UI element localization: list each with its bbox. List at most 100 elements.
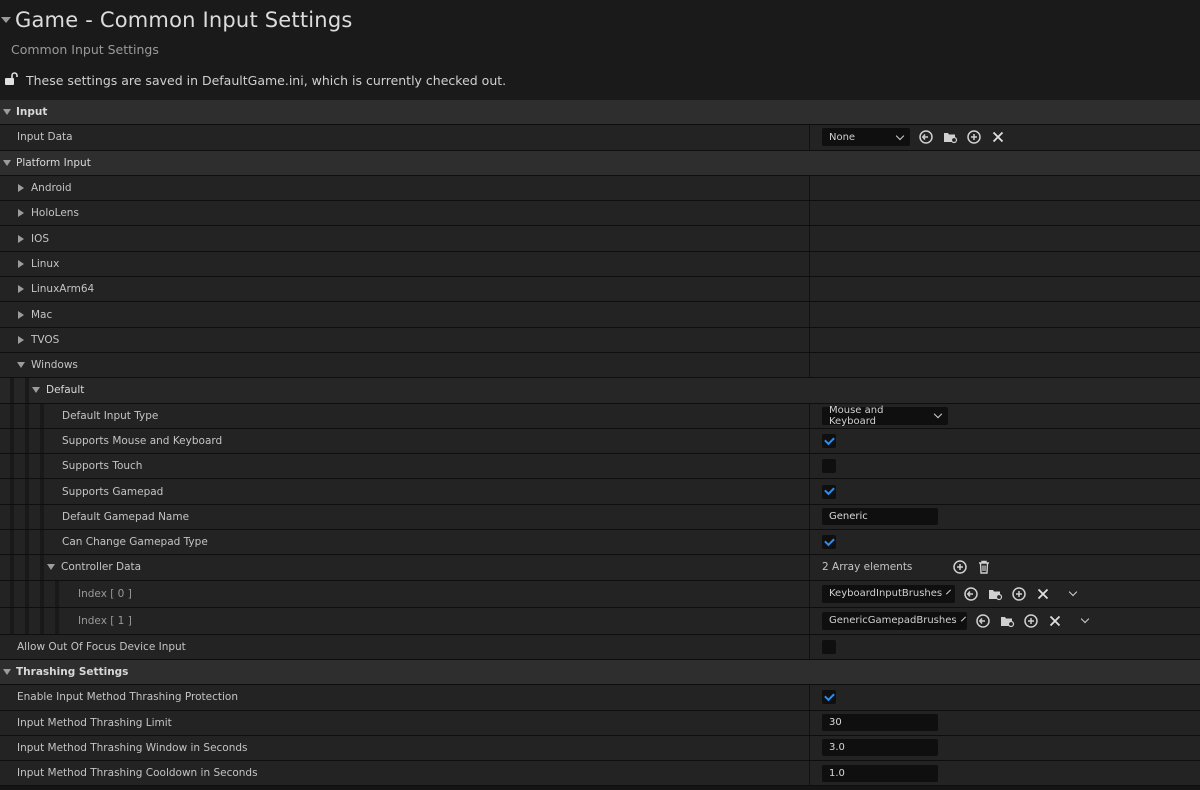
default-input-type-combo[interactable]: Mouse and Keyboard [822, 405, 948, 427]
use-selected-icon[interactable] [975, 613, 991, 629]
chevron-down-icon [933, 410, 943, 419]
array-count: 2 Array elements [822, 561, 913, 574]
title-row[interactable]: Game - Common Input Settings [0, 8, 353, 32]
section-input[interactable]: Input [0, 100, 1200, 126]
row-thrashing-limit: Input Method Thrashing Limit 30 [0, 710, 1200, 736]
property-label: Allow Out Of Focus Device Input [17, 640, 186, 653]
index-label: Index [ 1 ] [78, 614, 132, 627]
add-icon[interactable] [966, 129, 982, 145]
use-selected-icon[interactable] [963, 586, 979, 602]
page-title: Game - Common Input Settings [15, 8, 353, 32]
element-menu-chevron-icon[interactable] [1065, 586, 1081, 602]
clear-icon[interactable] [1035, 586, 1051, 602]
property-label: Enable Input Method Thrashing Protection [17, 691, 238, 704]
collapsed-arrow-icon[interactable] [18, 335, 24, 344]
checkmark-icon [823, 484, 835, 496]
unlock-icon [4, 71, 18, 90]
thrashing-limit-input[interactable]: 30 [822, 714, 938, 732]
expand-arrow-icon[interactable] [3, 109, 11, 116]
row-thrashing-window: Input Method Thrashing Window in Seconds… [0, 735, 1200, 762]
collapsed-arrow-icon[interactable] [18, 310, 24, 319]
expand-arrow-icon[interactable] [17, 362, 25, 369]
platform-mac[interactable]: Mac [0, 302, 1200, 328]
clear-icon[interactable] [990, 129, 1006, 145]
section-label: Thrashing Settings [16, 666, 129, 679]
row-default-input-type: Default Input Type Mouse and Keyboard [0, 403, 1200, 429]
checkmark-icon [823, 690, 835, 702]
platform-linuxarm64[interactable]: LinuxArm64 [0, 277, 1200, 303]
browse-folder-icon[interactable] [987, 586, 1003, 602]
input-data-combo[interactable]: None [822, 128, 910, 147]
windows-default[interactable]: Default [0, 378, 1200, 404]
platform-label: HoloLens [31, 207, 79, 220]
property-label: Controller Data [61, 561, 142, 574]
row-controller-index-1: Index [ 1 ] GenericGamepadBrushes [0, 607, 1200, 635]
expand-arrow-icon[interactable] [32, 387, 40, 394]
collapse-arrow-icon[interactable] [1, 17, 11, 23]
add-icon[interactable] [1023, 613, 1039, 629]
property-label: Can Change Gamepad Type [62, 536, 208, 549]
section-label: Platform Input [16, 156, 91, 169]
add-element-icon[interactable] [952, 559, 968, 575]
property-label: Supports Gamepad [62, 485, 164, 498]
platform-linux[interactable]: Linux [0, 251, 1200, 278]
browse-folder-icon[interactable] [942, 129, 958, 145]
controller-data-0-combo[interactable]: KeyboardInputBrushes [822, 584, 955, 603]
thrashing-cooldown-input[interactable]: 1.0 [822, 764, 938, 782]
row-enable-thrashing: Enable Input Method Thrashing Protection [0, 685, 1200, 711]
supports-gamepad-checkbox[interactable] [822, 484, 836, 499]
browse-folder-icon[interactable] [999, 613, 1015, 629]
supports-touch-checkbox[interactable] [822, 459, 836, 474]
section-thrashing[interactable]: Thrashing Settings [0, 659, 1200, 686]
platform-label: TVOS [31, 333, 60, 346]
thrashing-window-input[interactable]: 3.0 [822, 739, 938, 757]
collapsed-arrow-icon[interactable] [18, 209, 24, 218]
platform-hololens[interactable]: HoloLens [0, 201, 1200, 227]
use-selected-icon[interactable] [918, 129, 934, 145]
row-can-change-gamepad-type: Can Change Gamepad Type [0, 530, 1200, 556]
collapsed-arrow-icon[interactable] [18, 234, 24, 243]
property-label: Default Input Type [62, 409, 159, 422]
row-input-data: Input Data None [0, 125, 1200, 151]
settings-header: Game - Common Input Settings Common Inpu… [0, 0, 1200, 100]
combo-value: GenericGamepadBrushes [829, 615, 957, 627]
row-supports-gamepad: Supports Gamepad [0, 479, 1200, 505]
index-label: Index [ 0 ] [78, 587, 132, 600]
section-label: Input [16, 106, 48, 119]
collapsed-arrow-icon[interactable] [18, 285, 24, 294]
platform-label: IOS [31, 232, 50, 245]
platform-windows[interactable]: Windows [0, 352, 1200, 379]
trash-icon[interactable] [976, 559, 992, 575]
expand-arrow-icon[interactable] [3, 669, 11, 676]
property-label: Input Method Thrashing Cooldown in Secon… [17, 767, 258, 780]
controller-data-1-combo[interactable]: GenericGamepadBrushes [822, 611, 967, 630]
notice-text: These settings are saved in DefaultGame.… [26, 73, 507, 88]
group-label: Default [46, 384, 85, 397]
enable-thrashing-checkbox[interactable] [822, 690, 836, 705]
platform-label: Linux [31, 257, 60, 270]
collapsed-arrow-icon[interactable] [18, 259, 24, 268]
section-platform-input[interactable]: Platform Input [0, 150, 1200, 176]
platform-tvos[interactable]: TVOS [0, 327, 1200, 353]
allow-out-of-focus-checkbox[interactable] [822, 639, 836, 654]
combo-value: None [829, 131, 856, 143]
row-supports-mouse-keyboard: Supports Mouse and Keyboard [0, 428, 1200, 455]
platform-ios[interactable]: IOS [0, 226, 1200, 252]
combo-value: KeyboardInputBrushes [829, 588, 943, 600]
add-icon[interactable] [1011, 586, 1027, 602]
expand-arrow-icon[interactable] [3, 159, 11, 166]
clear-icon[interactable] [1047, 613, 1063, 629]
property-label: Input Data [17, 131, 73, 144]
row-controller-data[interactable]: Controller Data 2 Array elements [0, 555, 1200, 581]
default-gamepad-name-input[interactable]: Generic [822, 508, 938, 526]
expand-arrow-icon[interactable] [47, 564, 55, 571]
row-supports-touch: Supports Touch [0, 454, 1200, 480]
row-allow-out-of-focus: Allow Out Of Focus Device Input [0, 634, 1200, 660]
platform-android[interactable]: Android [0, 175, 1200, 202]
chevron-down-icon [895, 131, 905, 141]
supports-mouse-keyboard-checkbox[interactable] [822, 434, 836, 448]
chevron-down-icon [960, 616, 966, 622]
can-change-gamepad-type-checkbox[interactable] [822, 535, 836, 550]
collapsed-arrow-icon[interactable] [18, 184, 24, 193]
element-menu-chevron-icon[interactable] [1077, 613, 1093, 629]
